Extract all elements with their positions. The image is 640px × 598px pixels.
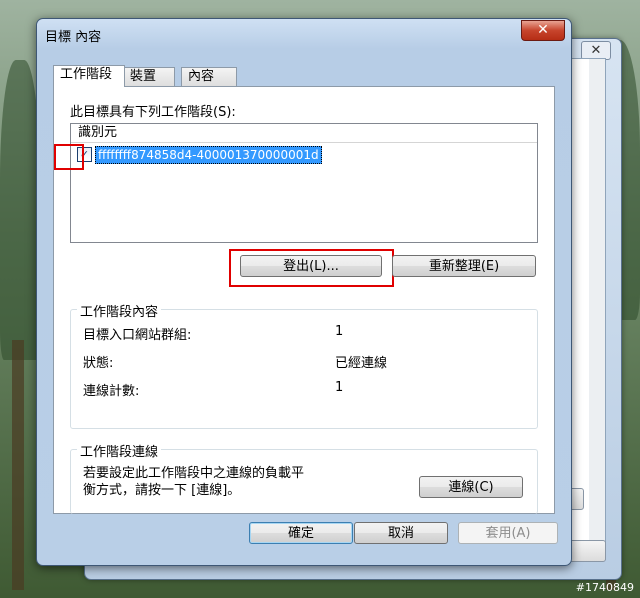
background-scrollbar[interactable] bbox=[589, 59, 605, 559]
session-properties-group: 工作階段內容 目標入口網站群組: 1 狀態: 已經連線 連線計數: 1 bbox=[70, 301, 538, 429]
logout-highlight bbox=[229, 249, 394, 287]
connections-button[interactable]: 連線(C) bbox=[419, 476, 523, 498]
sessions-panel: 此目標具有下列工作階段(S): 識別元 ✓ ffffffff874858d4-4… bbox=[53, 86, 555, 514]
checkbox-highlight bbox=[54, 144, 84, 170]
list-item[interactable]: ✓ ffffffff874858d4-400001370000001d bbox=[75, 146, 515, 164]
connections-description-line2: 衡方式，請按一下 [連線]。 bbox=[83, 483, 241, 498]
portal-group-label: 目標入口網站群組: bbox=[83, 328, 192, 343]
target-properties-dialog: 目標 內容 ✕ 工作階段 裝置 內容 此目標具有下列工作階段(S): 識別元 ✓… bbox=[36, 18, 572, 566]
close-button[interactable]: ✕ bbox=[521, 20, 565, 41]
apply-button[interactable]: 套用(A) bbox=[458, 522, 558, 544]
column-header-label: 識別元 bbox=[78, 125, 118, 140]
cancel-button[interactable]: 取消 bbox=[354, 522, 448, 544]
status-value: 已經連線 bbox=[335, 356, 388, 371]
connection-count-label: 連線計數: bbox=[83, 384, 140, 399]
sessions-label: 此目標具有下列工作階段(S): bbox=[70, 105, 236, 120]
tree-trunk bbox=[12, 340, 24, 590]
watermark-text: #1740849 bbox=[575, 581, 634, 594]
session-identifier: ffffffff874858d4-400001370000001d bbox=[95, 146, 322, 164]
session-connections-title: 工作階段連線 bbox=[77, 441, 162, 460]
session-connections-group: 工作階段連線 若要設定此工作階段中之連線的負載平 衡方式，請按一下 [連線]。 … bbox=[70, 441, 538, 514]
tab-sessions[interactable]: 工作階段 bbox=[53, 65, 125, 87]
status-label: 狀態: bbox=[83, 356, 114, 371]
tab-devices[interactable]: 裝置 bbox=[123, 67, 175, 86]
connection-count-value: 1 bbox=[335, 380, 344, 395]
sessions-list[interactable]: 識別元 ✓ ffffffff874858d4-400001370000001d bbox=[70, 123, 538, 243]
refresh-button[interactable]: 重新整理(E) bbox=[392, 255, 536, 277]
tree-shape bbox=[0, 60, 40, 360]
dialog-title: 目標 內容 bbox=[45, 30, 102, 45]
ok-button[interactable]: 確定 bbox=[249, 522, 353, 544]
session-properties-title: 工作階段內容 bbox=[77, 301, 162, 320]
portal-group-value: 1 bbox=[335, 324, 344, 339]
tab-properties[interactable]: 內容 bbox=[181, 67, 237, 86]
column-header-identifier[interactable]: 識別元 bbox=[71, 124, 537, 143]
